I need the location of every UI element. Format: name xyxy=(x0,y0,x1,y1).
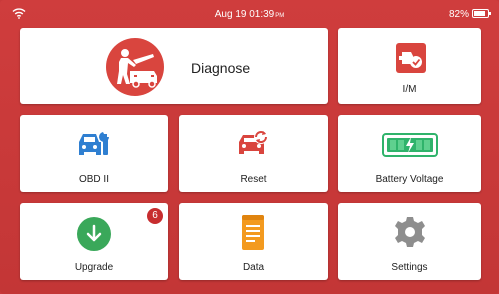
obd2-label: OBD II xyxy=(78,174,109,185)
reset-tile[interactable]: Reset xyxy=(179,115,328,192)
document-icon xyxy=(242,215,264,250)
diagnose-car-icon xyxy=(106,38,164,96)
status-bar: Aug 19 01:39PM 82% xyxy=(0,0,499,26)
status-time: Aug 19 01:39PM xyxy=(0,9,499,20)
data-label: Data xyxy=(242,262,265,273)
upgrade-count-badge: 6 xyxy=(147,208,163,224)
battery-icon xyxy=(472,9,491,18)
diagnose-label: Diagnose xyxy=(191,60,251,76)
download-arrow-icon xyxy=(77,217,111,251)
battery-voltage-icon xyxy=(382,133,438,157)
settings-tile[interactable]: Settings xyxy=(338,203,481,280)
clock-text: Aug 19 01:39 xyxy=(214,9,275,20)
im-readiness-icon xyxy=(396,43,426,73)
upgrade-label: Upgrade xyxy=(74,262,114,273)
upgrade-tile[interactable]: Upgrade 6 xyxy=(20,203,168,280)
im-tile[interactable]: I/M xyxy=(338,28,481,104)
car-reset-icon xyxy=(239,130,268,154)
obd-car-wrench-icon xyxy=(79,132,109,155)
home-screen: Aug 19 01:39PM 82% Diagnose I/M OBD II R… xyxy=(0,0,499,294)
battery-voltage-label: Battery Voltage xyxy=(375,174,444,185)
settings-label: Settings xyxy=(391,262,428,273)
data-tile[interactable]: Data xyxy=(179,203,328,280)
diagnose-tile[interactable]: Diagnose xyxy=(20,28,328,104)
gear-icon xyxy=(395,217,425,247)
battery-voltage-tile[interactable]: Battery Voltage xyxy=(338,115,481,192)
battery-percent: 82% xyxy=(448,9,469,20)
clock-ampm: PM xyxy=(275,13,285,19)
reset-label: Reset xyxy=(240,174,267,185)
obd2-tile[interactable]: OBD II xyxy=(20,115,168,192)
im-label: I/M xyxy=(402,84,417,95)
